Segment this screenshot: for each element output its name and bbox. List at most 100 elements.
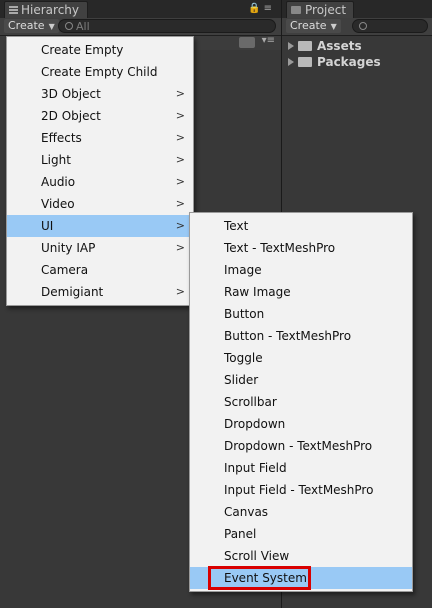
chevron-right-icon: > <box>175 131 185 144</box>
menu-item-create-empty-child[interactable]: Create Empty Child <box>7 61 193 83</box>
submenu-item-event-system[interactable]: Event System <box>190 566 412 590</box>
hierarchy-search-input[interactable]: All <box>58 19 276 33</box>
folder-icon <box>291 6 301 14</box>
menu-item-camera[interactable]: Camera <box>7 259 193 281</box>
project-tab-strip: Project <box>282 0 432 18</box>
hierarchy-toolbar: Create ▼ All <box>0 18 281 36</box>
expand-arrow-icon[interactable] <box>288 42 294 50</box>
project-search-input[interactable] <box>352 19 428 33</box>
menu-item-label: Button <box>224 307 265 321</box>
menu-item-ui[interactable]: UI > <box>7 215 193 237</box>
submenu-item-raw-image[interactable]: Raw Image <box>190 281 412 303</box>
submenu-item-button[interactable]: Button <box>190 303 412 325</box>
menu-item-label: Dropdown - TextMeshPro <box>224 439 373 453</box>
hierarchy-create-button[interactable]: Create ▼ <box>4 19 59 33</box>
menu-item-label: Panel <box>224 527 257 541</box>
menu-item-label: Image <box>224 263 262 277</box>
project-create-button[interactable]: Create ▼ <box>286 19 341 33</box>
menu-item-unity-iap[interactable]: Unity IAP > <box>7 237 193 259</box>
chevron-right-icon: > <box>175 285 185 298</box>
submenu-item-dropdown-textmeshpro[interactable]: Dropdown - TextMeshPro <box>190 435 412 457</box>
project-tree: Assets Packages <box>282 38 432 70</box>
expand-arrow-icon[interactable] <box>288 58 294 66</box>
hierarchy-tab-strip: Hierarchy 🔒≡ <box>0 0 281 18</box>
menu-item-label: Audio <box>41 175 76 189</box>
project-tab[interactable]: Project <box>286 1 354 18</box>
project-toolbar: Create ▼ <box>282 18 432 36</box>
menu-item-label: Text - TextMeshPro <box>224 241 336 255</box>
menu-item-label: Slider <box>224 373 259 387</box>
menu-item-label: 3D Object <box>41 87 101 101</box>
search-icon <box>359 22 367 30</box>
project-tab-title: Project <box>305 3 347 17</box>
search-icon <box>65 22 73 30</box>
ui-submenu: Text Text - TextMeshPro Image Raw Image … <box>189 212 413 592</box>
menu-item-light[interactable]: Light > <box>7 149 193 171</box>
search-placeholder: All <box>76 20 90 33</box>
menu-item-label: Unity IAP <box>41 241 96 255</box>
list-icon <box>9 6 18 14</box>
menu-item-label: 2D Object <box>41 109 101 123</box>
callout-highlight-box <box>208 566 311 590</box>
chevron-right-icon: > <box>175 153 185 166</box>
tree-item-packages[interactable]: Packages <box>282 54 432 70</box>
menu-item-audio[interactable]: Audio > <box>7 171 193 193</box>
submenu-item-input-field[interactable]: Input Field <box>190 457 412 479</box>
menu-item-label: Create Empty <box>41 43 124 57</box>
create-label: Create <box>8 19 45 32</box>
menu-item-label: Video <box>41 197 75 211</box>
menu-item-label: Raw Image <box>224 285 291 299</box>
chevron-right-icon: > <box>175 175 185 188</box>
dropdown-arrow-icon: ▼ <box>330 22 337 31</box>
menu-item-3d-object[interactable]: 3D Object > <box>7 83 193 105</box>
submenu-item-text-textmeshpro[interactable]: Text - TextMeshPro <box>190 237 412 259</box>
menu-item-label: Dropdown <box>224 417 286 431</box>
menu-item-label: Scrollbar <box>224 395 277 409</box>
tree-item-assets[interactable]: Assets <box>282 38 432 54</box>
chevron-right-icon: > <box>175 197 185 210</box>
menu-item-label: Input Field - TextMeshPro <box>224 483 374 497</box>
submenu-item-scrollbar[interactable]: Scrollbar <box>190 391 412 413</box>
submenu-item-toggle[interactable]: Toggle <box>190 347 412 369</box>
menu-item-2d-object[interactable]: 2D Object > <box>7 105 193 127</box>
menu-item-label: Effects <box>41 131 82 145</box>
folder-icon <box>298 41 312 51</box>
chevron-right-icon: > <box>175 87 185 100</box>
menu-item-label: Demigiant <box>41 285 104 299</box>
submenu-item-slider[interactable]: Slider <box>190 369 412 391</box>
menu-item-video[interactable]: Video > <box>7 193 193 215</box>
submenu-item-dropdown[interactable]: Dropdown <box>190 413 412 435</box>
tree-item-label: Packages <box>317 55 381 69</box>
submenu-item-button-textmeshpro[interactable]: Button - TextMeshPro <box>190 325 412 347</box>
submenu-item-text[interactable]: Text <box>190 215 412 237</box>
hierarchy-tab[interactable]: Hierarchy <box>4 1 88 18</box>
menu-item-label: Text <box>224 219 249 233</box>
menu-item-label: Canvas <box>224 505 269 519</box>
menu-item-effects[interactable]: Effects > <box>7 127 193 149</box>
menu-item-label: UI <box>41 219 54 233</box>
chevron-right-icon: > <box>175 241 185 254</box>
menu-item-demigiant[interactable]: Demigiant > <box>7 281 193 303</box>
menu-item-label: Light <box>41 153 71 167</box>
dropdown-arrow-icon: ▼ <box>48 22 55 31</box>
scene-toggle-icon[interactable] <box>239 37 255 48</box>
panel-menu-icon[interactable]: ≡ <box>264 3 275 14</box>
chevron-right-icon: > <box>175 109 185 122</box>
menu-item-label: Camera <box>41 263 89 277</box>
lock-icon[interactable]: 🔒 <box>248 3 263 14</box>
menu-item-label: Scroll View <box>224 549 290 563</box>
submenu-item-input-field-textmeshpro[interactable]: Input Field - TextMeshPro <box>190 479 412 501</box>
scene-menu-icon[interactable]: ▾≡ <box>262 35 275 46</box>
menu-item-label: Create Empty Child <box>41 65 158 79</box>
folder-icon <box>298 57 312 67</box>
submenu-item-canvas[interactable]: Canvas <box>190 501 412 523</box>
create-menu: Create Empty Create Empty Child 3D Objec… <box>6 36 194 306</box>
submenu-item-scroll-view[interactable]: Scroll View <box>190 545 412 567</box>
hierarchy-tab-title: Hierarchy <box>21 3 80 17</box>
submenu-item-panel[interactable]: Panel <box>190 523 412 545</box>
panel-options[interactable]: 🔒≡ <box>248 3 275 14</box>
menu-item-create-empty[interactable]: Create Empty <box>7 39 193 61</box>
submenu-item-image[interactable]: Image <box>190 259 412 281</box>
menu-item-label: Toggle <box>224 351 263 365</box>
tree-item-label: Assets <box>317 39 362 53</box>
